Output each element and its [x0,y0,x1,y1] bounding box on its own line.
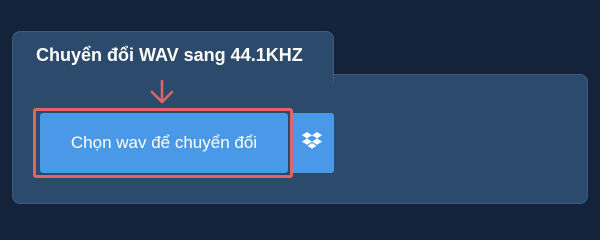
arrow-down-icon [148,79,176,107]
highlight-box [33,108,293,178]
dropbox-button[interactable] [290,113,334,173]
dropbox-icon [301,131,323,156]
panel-title: Chuyển đổi WAV sang 44.1KHZ [36,45,303,65]
